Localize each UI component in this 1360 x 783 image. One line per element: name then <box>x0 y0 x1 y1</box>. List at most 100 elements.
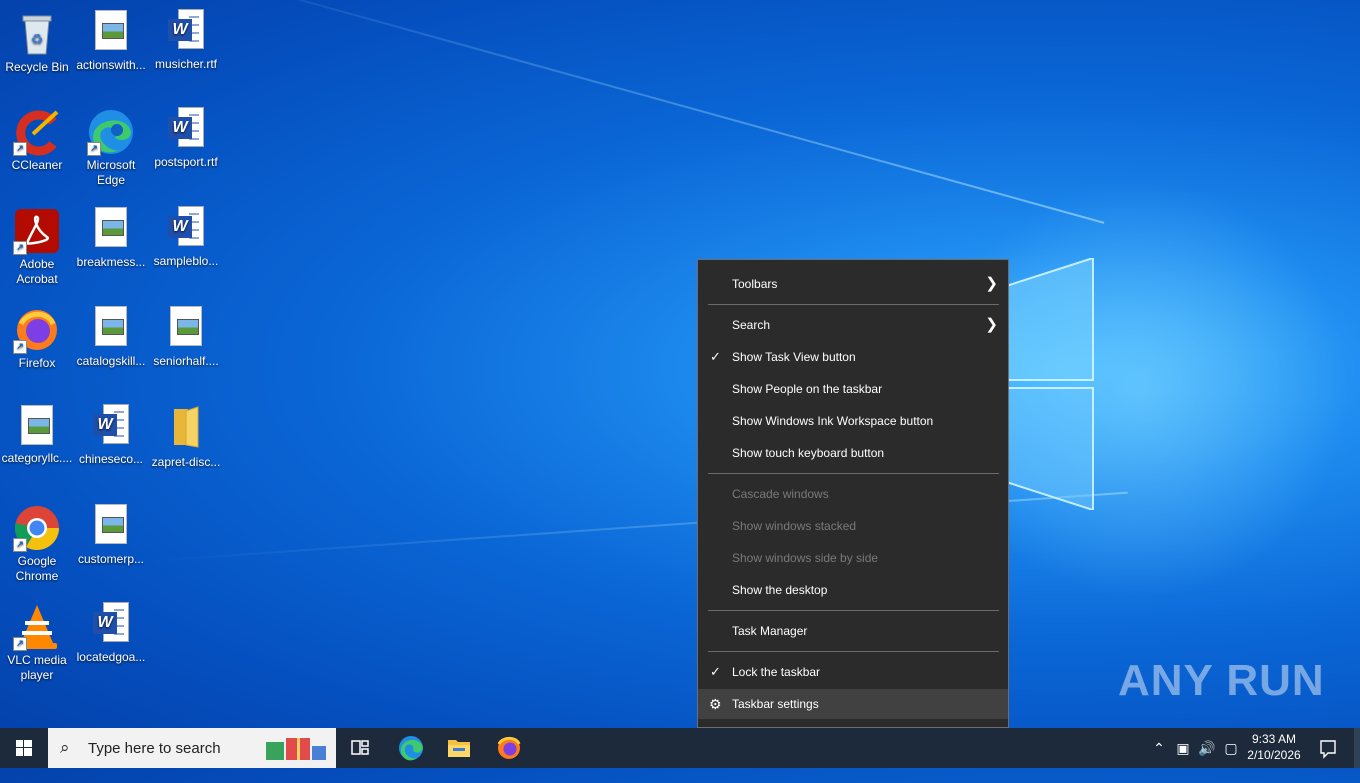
anyrun-watermark: ANY RUN <box>1118 656 1325 705</box>
image-file-icon <box>95 207 127 247</box>
desktop-icon-catalogskill[interactable]: catalogskill... <box>74 302 148 369</box>
menu-separator <box>708 651 999 652</box>
desktop-icon-microsoft-edge[interactable]: ↗ Microsoft Edge <box>74 104 148 188</box>
desktop-icon-adobe-acrobat[interactable]: ↗ Adobe Acrobat <box>0 203 74 287</box>
menu-item-taskbar-settings[interactable]: ⚙ Taskbar settings <box>698 689 1008 719</box>
checkmark-icon: ✓ <box>710 349 721 364</box>
word-document-icon: W <box>168 107 204 149</box>
menu-item-show-windows-stacked: Show windows stacked <box>732 519 857 533</box>
desktop-icon-sampleblo[interactable]: W sampleblo... <box>149 203 223 269</box>
taskbar-edge-button[interactable] <box>387 728 435 768</box>
search-icon: ⌕ <box>60 738 70 757</box>
speaker-icon: 🔊 <box>1198 740 1216 756</box>
svg-text:♻: ♻ <box>31 31 44 47</box>
desktop-icon-locatedgoa[interactable]: W locatedgoa... <box>74 599 148 665</box>
firefox-icon: ↗ <box>13 306 61 354</box>
action-center-button[interactable] <box>1312 728 1344 768</box>
acrobat-icon: ↗ <box>13 207 61 255</box>
wallpaper-light-beam <box>159 0 1105 224</box>
checkmark-icon: ✓ <box>710 664 721 679</box>
windows-logo-wallpaper <box>1000 258 1094 510</box>
taskbar-file-explorer-button[interactable] <box>435 728 483 768</box>
desktop-icon-musicher[interactable]: W musicher.rtf <box>149 6 223 72</box>
menu-separator <box>708 610 999 611</box>
edge-icon <box>399 736 423 761</box>
desktop-icon-actionswith[interactable]: actionswith... <box>74 6 148 73</box>
menu-item-show-touch-keyboard[interactable]: Show touch keyboard button <box>698 438 1008 468</box>
task-view-icon <box>351 740 369 755</box>
image-file-icon <box>95 504 127 544</box>
desktop-icon-recycle-bin[interactable]: ♻ Recycle Bin <box>0 6 74 75</box>
search-placeholder: Type here to search <box>88 740 221 757</box>
taskbar-clock[interactable]: 9:33 AM 2/10/2026 <box>1240 731 1308 763</box>
desktop-icon-google-chrome[interactable]: ↗ Google Chrome <box>0 500 74 584</box>
desktop-icon-categoryllc[interactable]: categoryllc.... <box>0 401 74 466</box>
search-highlight-gifts-icon <box>266 738 326 760</box>
image-file-icon <box>95 306 127 346</box>
taskbar: ⌕ Type here to search ⌃ ▣ 🔊 ▢ 9:33 AM 2/… <box>0 728 1360 768</box>
camera-icon: ▣ <box>1176 740 1190 756</box>
menu-item-cascade-windows: Cascade windows <box>732 487 829 501</box>
menu-item-show-windows-side-by-side: Show windows side by side <box>732 551 879 565</box>
file-explorer-icon <box>448 740 470 757</box>
edge-icon: ↗ <box>87 108 135 156</box>
word-document-icon: W <box>93 602 129 644</box>
taskbar-firefox-button[interactable] <box>485 728 533 768</box>
task-view-button[interactable] <box>336 728 384 768</box>
shortcut-arrow-icon: ↗ <box>87 142 101 156</box>
image-file-icon <box>21 405 53 445</box>
windows-start-icon <box>16 740 32 756</box>
menu-item-show-the-desktop[interactable]: Show the desktop <box>698 575 1008 605</box>
notification-icon <box>1320 740 1336 759</box>
word-document-icon: W <box>168 9 204 51</box>
clock-time: 9:33 AM <box>1251 732 1297 746</box>
desktop-icon-zapret-disc[interactable]: zapret-disc... <box>149 401 223 470</box>
menu-separator <box>708 304 999 305</box>
gear-icon: ⚙ <box>709 696 722 712</box>
desktop-icon-postsport[interactable]: W postsport.rtf <box>149 104 223 170</box>
menu-item-show-people[interactable]: Show People on the taskbar <box>698 374 1008 404</box>
taskbar-context-menu: Toolbars ❯ Search ❯ ✓ Show Task View but… <box>697 259 1009 728</box>
ccleaner-icon: ↗ <box>13 108 61 156</box>
menu-item-lock-the-taskbar[interactable]: ✓ Lock the taskbar <box>698 657 1008 687</box>
network-icon: ▢ <box>1224 740 1238 756</box>
taskbar-search-box[interactable]: ⌕ Type here to search <box>48 728 336 768</box>
shortcut-arrow-icon: ↗ <box>13 637 27 651</box>
desktop-icon-seniorhalf[interactable]: seniorhalf.... <box>149 302 223 369</box>
desktop-icon-vlc[interactable]: ↗ VLC media player <box>0 599 74 683</box>
image-file-icon <box>170 306 202 346</box>
chevron-up-icon: ⌃ <box>1153 740 1165 756</box>
start-button[interactable] <box>0 728 48 768</box>
desktop-icon-ccleaner[interactable]: ↗ CCleaner <box>0 104 74 173</box>
folder-icon <box>162 405 210 449</box>
firefox-icon <box>497 736 521 759</box>
meet-now-button[interactable]: ▣ <box>1172 728 1194 768</box>
image-file-icon <box>95 10 127 50</box>
desktop-icon-breakmess[interactable]: breakmess... <box>74 203 148 270</box>
chevron-right-icon: ❯ <box>985 316 998 333</box>
chevron-right-icon: ❯ <box>985 275 998 292</box>
chrome-icon: ↗ <box>13 504 61 552</box>
menu-item-task-manager[interactable]: Task Manager <box>698 616 1008 646</box>
word-document-icon: W <box>93 404 129 446</box>
menu-item-show-task-view-button[interactable]: ✓ Show Task View button <box>698 342 1008 372</box>
menu-item-show-ink-workspace[interactable]: Show Windows Ink Workspace button <box>698 406 1008 436</box>
shortcut-arrow-icon: ↗ <box>13 340 27 354</box>
shortcut-arrow-icon: ↗ <box>13 538 27 552</box>
menu-item-search[interactable]: Search ❯ <box>698 310 1008 340</box>
clock-date: 2/10/2026 <box>1247 748 1301 762</box>
word-document-icon: W <box>168 206 204 248</box>
recycle-bin-icon: ♻ <box>13 10 61 58</box>
show-desktop-button[interactable] <box>1354 728 1360 768</box>
show-hidden-icons-button[interactable]: ⌃ <box>1148 728 1170 768</box>
desktop-icon-firefox[interactable]: ↗ Firefox <box>0 302 74 371</box>
desktop-icon-customerp[interactable]: customerp... <box>74 500 148 567</box>
network-button[interactable]: ▢ <box>1220 728 1242 768</box>
shortcut-arrow-icon: ↗ <box>13 142 27 156</box>
volume-button[interactable]: 🔊 <box>1196 728 1218 768</box>
menu-separator <box>708 473 999 474</box>
shortcut-arrow-icon: ↗ <box>13 241 27 255</box>
vlc-icon: ↗ <box>13 603 61 651</box>
desktop-icon-chineseco[interactable]: W chineseco... <box>74 401 148 467</box>
menu-item-toolbars[interactable]: Toolbars ❯ <box>698 269 1008 299</box>
